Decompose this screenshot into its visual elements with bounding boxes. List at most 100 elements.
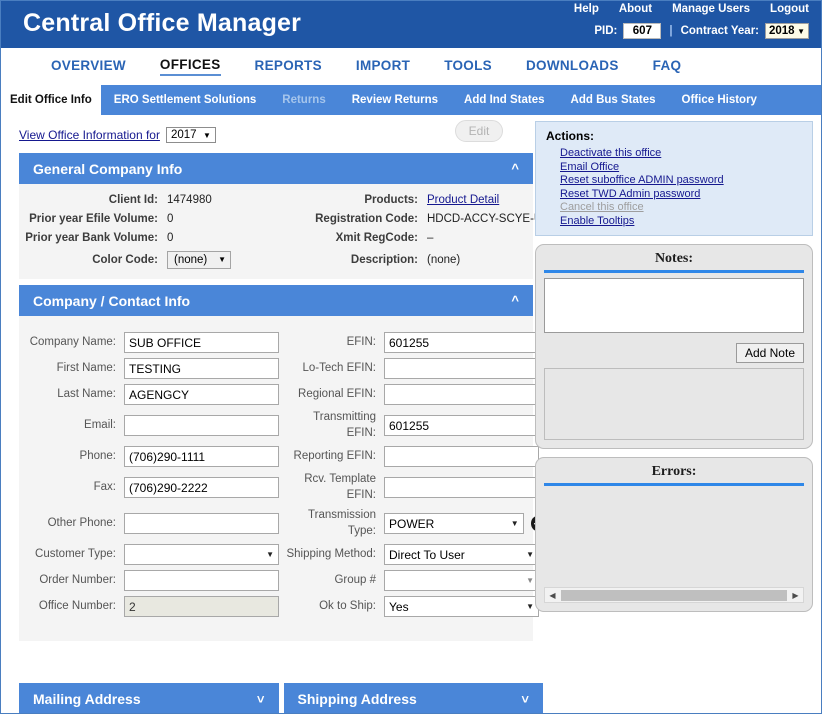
tab-add-ind-states[interactable]: Add Ind States xyxy=(451,85,558,115)
nav-item-reports[interactable]: REPORTS xyxy=(255,58,322,75)
chevron-up-icon[interactable]: ^ xyxy=(511,161,519,176)
notes-divider xyxy=(544,270,804,273)
chevron-down-icon: ▼ xyxy=(203,131,211,140)
notes-title: Notes: xyxy=(544,250,804,270)
sub-tab-bar: Edit Office Info ERO Settlement Solution… xyxy=(1,85,821,115)
order-number-input[interactable] xyxy=(124,570,279,591)
mailing-address-header[interactable]: Mailing Address ˅ xyxy=(19,683,279,714)
chevron-down-icon: ▼ xyxy=(526,576,534,585)
action-reset-suboffice-admin-password[interactable]: Reset suboffice ADMIN password xyxy=(560,174,724,186)
lo-tech-efin-field xyxy=(384,358,544,379)
action-cancel-this-office: Cancel this office xyxy=(560,201,644,213)
nav-item-downloads[interactable]: DOWNLOADS xyxy=(526,58,619,75)
contract-year-select[interactable]: 2018 ▼ xyxy=(765,23,809,39)
view-office-information-link[interactable]: View Office Information for xyxy=(19,128,160,142)
efin-input[interactable] xyxy=(384,332,539,353)
transmitting-efin-input[interactable] xyxy=(384,415,539,436)
phone-input[interactable] xyxy=(124,446,279,467)
regional-efin-label: Regional EFIN: xyxy=(284,387,384,403)
tab-review-returns[interactable]: Review Returns xyxy=(339,85,451,115)
last-name-field xyxy=(124,384,284,405)
chevron-down-icon: ▼ xyxy=(266,550,274,559)
prior-year-efile-volume-value: 0 xyxy=(167,213,287,225)
page-body: View Office Information for 2017 ▼ Edit … xyxy=(1,115,821,714)
chevron-down-icon[interactable]: ˅ xyxy=(521,692,529,707)
shipping-address-title: Shipping Address xyxy=(298,691,417,707)
rcv-template-efin-input[interactable] xyxy=(384,477,539,498)
pid-contract-year-bar: PID: 607 | Contract Year: 2018 ▼ xyxy=(594,23,809,39)
group-number-select[interactable]: ▼ xyxy=(384,570,539,591)
utility-link-manage-users[interactable]: Manage Users xyxy=(672,3,750,15)
email-input[interactable] xyxy=(124,415,279,436)
utility-link-help[interactable]: Help xyxy=(574,3,599,15)
list-item: Cancel this office xyxy=(560,200,802,214)
mailing-address-title: Mailing Address xyxy=(33,691,141,707)
chevron-up-icon[interactable]: ^ xyxy=(511,293,519,308)
ok-to-ship-select[interactable]: Yes ▼ xyxy=(384,596,539,617)
nav-item-faq[interactable]: FAQ xyxy=(653,58,682,75)
client-id-label: Client Id: xyxy=(19,194,167,206)
reporting-efin-field xyxy=(384,446,544,467)
customer-type-label: Customer Type: xyxy=(19,547,124,563)
color-code-select[interactable]: (none) ▼ xyxy=(167,251,231,269)
company-name-input[interactable] xyxy=(124,332,279,353)
transmission-type-select[interactable]: POWER ▼ xyxy=(384,513,524,534)
actions-title: Actions: xyxy=(546,129,802,143)
errors-title: Errors: xyxy=(544,463,804,483)
transmission-type-field: POWER ▼ + xyxy=(384,513,544,534)
utility-link-logout[interactable]: Logout xyxy=(770,3,809,15)
note-input[interactable] xyxy=(544,278,804,333)
reporting-efin-label: Reporting EFIN: xyxy=(284,449,384,465)
errors-horizontal-scrollbar[interactable]: ◀ ▶ xyxy=(544,587,804,603)
office-number-field xyxy=(124,596,284,617)
notes-panel: Notes: Add Note xyxy=(535,244,813,449)
action-email-office[interactable]: Email Office xyxy=(560,161,619,173)
tab-office-history[interactable]: Office History xyxy=(669,85,770,115)
application-window: Central Office Manager Help About Manage… xyxy=(0,0,822,714)
prior-year-bank-volume-value: 0 xyxy=(167,232,287,244)
chevron-down-icon: ▼ xyxy=(526,602,534,611)
tab-ero-settlement-solutions[interactable]: ERO Settlement Solutions xyxy=(101,85,270,115)
scrollbar-thumb[interactable] xyxy=(561,590,787,601)
first-name-input[interactable] xyxy=(124,358,279,379)
fax-input[interactable] xyxy=(124,477,279,498)
nav-item-import[interactable]: IMPORT xyxy=(356,58,410,75)
shipping-address-header[interactable]: Shipping Address ˅ xyxy=(284,683,544,714)
action-deactivate-this-office[interactable]: Deactivate this office xyxy=(560,147,661,159)
scroll-left-icon[interactable]: ◀ xyxy=(545,591,560,600)
last-name-input[interactable] xyxy=(124,384,279,405)
company-contact-info-header[interactable]: Company / Contact Info ^ xyxy=(19,285,533,316)
regional-efin-input[interactable] xyxy=(384,384,539,405)
chevron-down-icon: ▼ xyxy=(511,519,519,528)
scroll-right-icon[interactable]: ▶ xyxy=(788,591,803,600)
shipping-method-select[interactable]: Direct To User ▼ xyxy=(384,544,539,565)
nav-item-overview[interactable]: OVERVIEW xyxy=(51,58,126,75)
list-item: Enable Tooltips xyxy=(560,214,802,228)
action-reset-twd-admin-password[interactable]: Reset TWD Admin password xyxy=(560,188,700,200)
add-note-button[interactable]: Add Note xyxy=(736,343,804,363)
pid-value[interactable]: 607 xyxy=(623,23,661,39)
utility-link-about[interactable]: About xyxy=(619,3,652,15)
general-company-info-title: General Company Info xyxy=(33,161,182,177)
fax-label: Fax: xyxy=(19,480,124,496)
other-phone-input[interactable] xyxy=(124,513,279,534)
reporting-efin-input[interactable] xyxy=(384,446,539,467)
errors-list: ◀ ▶ xyxy=(544,491,804,603)
tab-edit-office-info[interactable]: Edit Office Info xyxy=(1,85,101,115)
shipping-method-value: Direct To User xyxy=(389,548,465,562)
chevron-down-icon[interactable]: ˅ xyxy=(257,692,265,707)
office-number-input xyxy=(124,596,279,617)
general-company-info-header[interactable]: General Company Info ^ xyxy=(19,153,533,184)
edit-button[interactable]: Edit xyxy=(455,120,503,142)
nav-item-offices[interactable]: OFFICES xyxy=(160,57,221,76)
office-year-select[interactable]: 2017 ▼ xyxy=(166,127,216,143)
lo-tech-efin-input[interactable] xyxy=(384,358,539,379)
transmitting-efin-label: Transmitting EFIN: xyxy=(284,410,384,441)
nav-item-tools[interactable]: TOOLS xyxy=(444,58,492,75)
action-enable-tooltips[interactable]: Enable Tooltips xyxy=(560,215,634,227)
errors-panel: Errors: ◀ ▶ xyxy=(535,457,813,612)
list-item: Reset TWD Admin password xyxy=(560,187,802,201)
customer-type-select[interactable]: ▼ xyxy=(124,544,279,565)
tab-add-bus-states[interactable]: Add Bus States xyxy=(558,85,669,115)
list-item: Reset suboffice ADMIN password xyxy=(560,173,802,187)
